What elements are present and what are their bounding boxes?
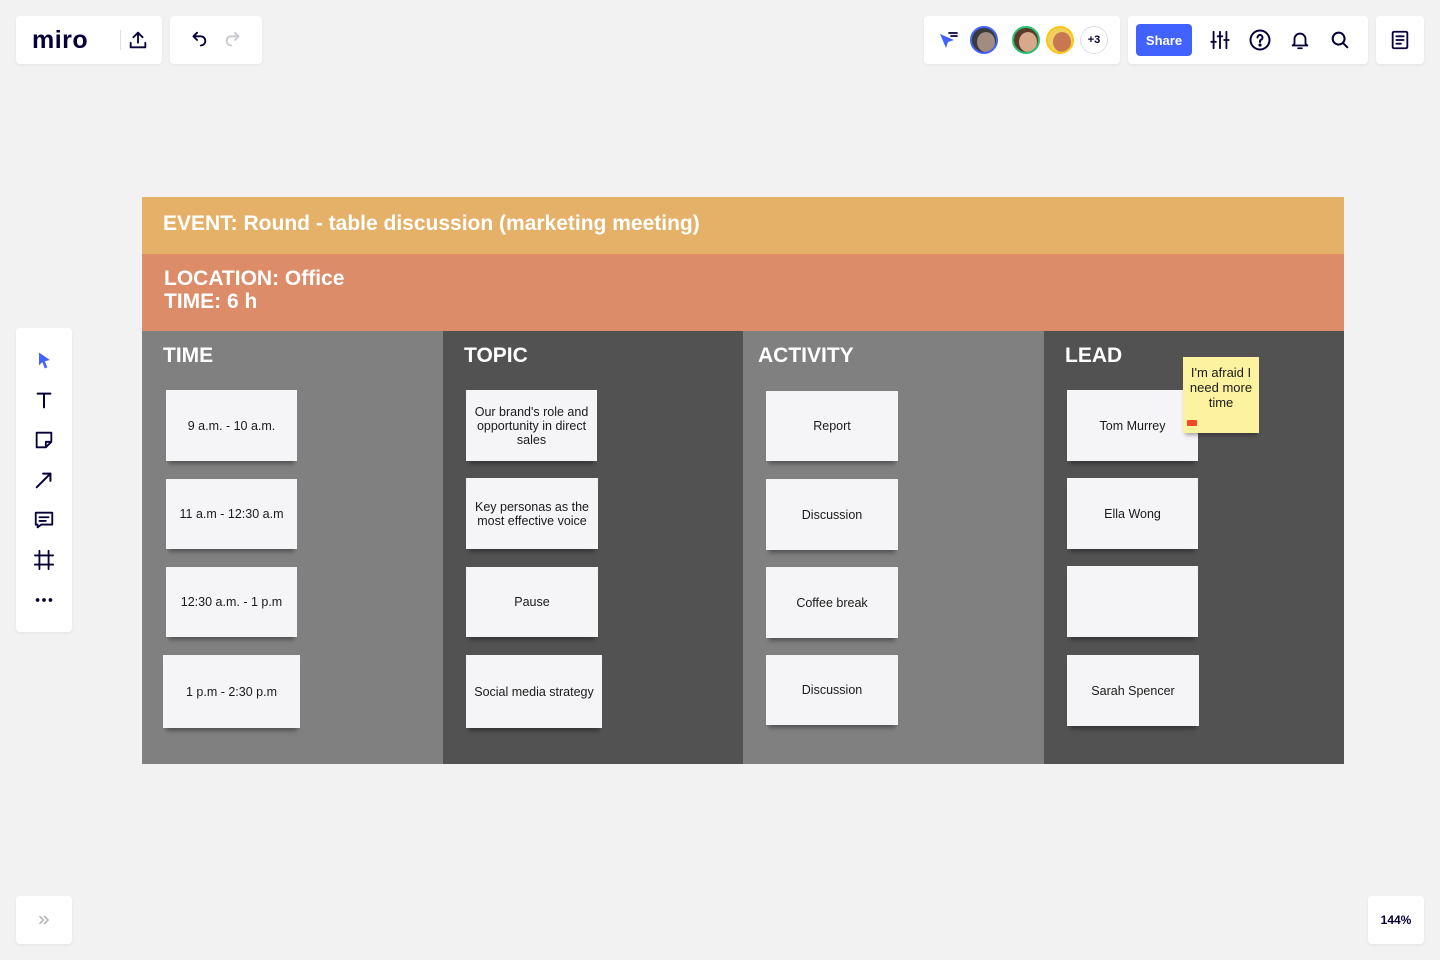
event-title: EVENT: Round - table discussion (marketi…	[163, 212, 700, 235]
sticky-note[interactable]: 9 a.m. - 10 a.m.	[166, 390, 297, 461]
column-header-lead: LEAD	[1065, 344, 1123, 367]
creation-toolbar	[16, 328, 72, 632]
sticky-note[interactable]: 12:30 a.m. - 1 p.m	[166, 567, 297, 637]
text-icon	[36, 392, 52, 409]
logo-panel: miro	[16, 16, 162, 64]
upload-button[interactable]	[122, 24, 154, 56]
cursor-follow-icon	[940, 32, 958, 48]
agenda-board: EVENT: Round - table discussion (marketi…	[142, 197, 1344, 764]
column-header-activity: ACTIVITY	[758, 344, 854, 367]
search-button[interactable]	[1324, 24, 1356, 56]
bell-icon	[1291, 32, 1309, 50]
undo-icon	[192, 31, 207, 47]
notes-panel	[1376, 16, 1424, 64]
help-icon	[1249, 29, 1271, 51]
location-time-text: LOCATION: Office TIME: 6 h	[164, 267, 344, 313]
column-topic: TOPIC Our brand's role and opportunity i…	[443, 331, 743, 764]
sticky-note[interactable]	[1067, 566, 1198, 637]
column-activity: ACTIVITY Report Discussion Coffee break …	[743, 331, 1044, 764]
cursor-icon	[39, 352, 50, 369]
more-icon	[35, 598, 53, 602]
sticky-note[interactable]: 11 a.m - 12:30 a.m	[166, 479, 297, 549]
expand-button[interactable]	[28, 904, 60, 936]
time-label: TIME: 6 h	[164, 290, 258, 313]
avatar[interactable]	[1046, 26, 1074, 54]
comment-tool[interactable]	[28, 504, 60, 536]
miro-logo[interactable]: miro	[32, 26, 88, 55]
arrow-icon	[35, 472, 52, 489]
author-tag	[1187, 420, 1197, 426]
notifications-button[interactable]	[1284, 24, 1316, 56]
column-header-topic: TOPIC	[464, 344, 528, 367]
event-header: EVENT: Round - table discussion (marketi…	[142, 197, 1344, 254]
column-time: TIME 9 a.m. - 10 a.m. 11 a.m - 12:30 a.m…	[142, 331, 443, 764]
frame-tool[interactable]	[28, 544, 60, 576]
collaborators-panel: +3	[924, 16, 1120, 64]
sticky-note[interactable]: Tom Murrey	[1067, 390, 1198, 461]
settings-button[interactable]	[1204, 24, 1236, 56]
avatar[interactable]	[1012, 26, 1040, 54]
cursor-follow-button[interactable]	[934, 26, 962, 54]
sticky-note[interactable]: Report	[766, 391, 898, 461]
more-tools-button[interactable]	[28, 584, 60, 616]
notes-button[interactable]	[1384, 24, 1416, 56]
comment-icon	[34, 511, 54, 529]
share-button[interactable]: Share	[1136, 24, 1192, 56]
notes-icon	[1391, 30, 1409, 50]
sticky-note-tool[interactable]	[28, 424, 60, 456]
zoom-level[interactable]: 144%	[1368, 896, 1424, 944]
more-collaborators-badge[interactable]: +3	[1080, 26, 1108, 54]
sticky-note[interactable]: Pause	[466, 567, 598, 637]
redo-icon	[225, 31, 240, 47]
help-button[interactable]	[1244, 24, 1276, 56]
upload-icon	[129, 31, 147, 49]
history-panel	[170, 16, 262, 64]
arrow-tool[interactable]	[28, 464, 60, 496]
avatar[interactable]	[970, 26, 998, 54]
sliders-icon	[1210, 30, 1230, 50]
comment-sticky-text: I'm afraid I need more time	[1189, 365, 1253, 410]
text-tool[interactable]	[28, 384, 60, 416]
sticky-note[interactable]: Social media strategy	[466, 655, 602, 728]
sticky-note[interactable]: Key personas as the most effective voice	[466, 478, 598, 549]
sticky-note[interactable]: Discussion	[766, 479, 898, 550]
board-tools-panel: Share	[1128, 16, 1368, 64]
divider	[120, 30, 121, 50]
sticky-note[interactable]: 1 p.m - 2:30 p.m	[163, 655, 300, 728]
select-tool[interactable]	[28, 344, 60, 376]
search-icon	[1331, 31, 1349, 49]
column-header-time: TIME	[163, 344, 214, 367]
sticky-note[interactable]: Discussion	[766, 655, 898, 725]
sticky-note[interactable]: Our brand's role and opportunity in dire…	[466, 390, 597, 461]
chevron-double-right-icon	[39, 915, 49, 925]
comment-sticky-note[interactable]: I'm afraid I need more time	[1183, 357, 1259, 433]
undo-button[interactable]	[182, 24, 214, 56]
sticky-note[interactable]: Coffee break	[766, 567, 898, 638]
sticky-note[interactable]: Sarah Spencer	[1067, 655, 1199, 726]
zoom-panel: 144%	[1368, 896, 1424, 944]
expand-panel	[16, 896, 72, 944]
redo-button[interactable]	[218, 24, 250, 56]
location-label: LOCATION: Office	[164, 267, 345, 290]
sticky-note-icon	[35, 431, 53, 449]
frame-icon	[33, 549, 55, 571]
sticky-note[interactable]: Ella Wong	[1067, 478, 1198, 549]
location-header: LOCATION: Office TIME: 6 h	[142, 254, 1344, 331]
